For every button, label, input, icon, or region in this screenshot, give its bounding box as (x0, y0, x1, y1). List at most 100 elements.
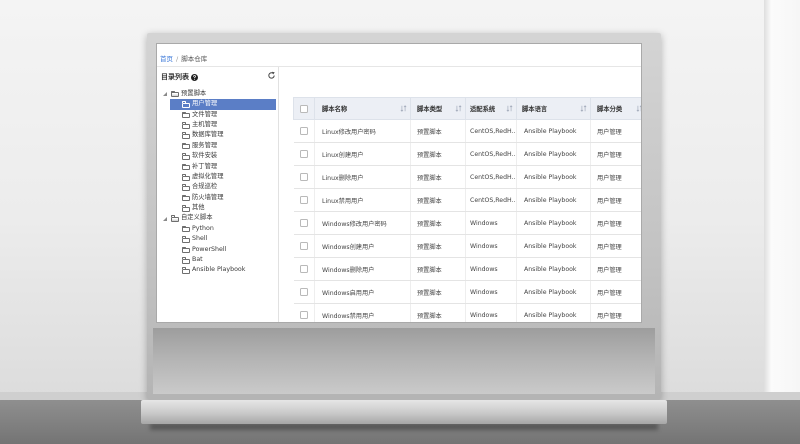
script-type: 预置脚本 (417, 174, 442, 182)
column-header-script-type[interactable]: 脚本类型 (410, 97, 466, 120)
script-os: CentOS,RedH... (470, 196, 516, 204)
row-checkbox[interactable] (299, 173, 308, 181)
tree-item-powershell[interactable]: PowerShell (157, 245, 278, 255)
cell-script-type: 预置脚本 (410, 211, 466, 235)
tree-item-virtualization-mgmt[interactable]: 虚拟化管理 (157, 172, 278, 182)
script-language: Ansible Playbook (524, 265, 577, 273)
tree-item-label: 文件管理 (192, 110, 218, 118)
table-row[interactable]: Windows创建用户 预置脚本 Windows Ansible Playboo… (293, 234, 641, 258)
tree-item-firewall-mgmt[interactable]: 防火墙管理 (157, 193, 278, 203)
tree-item-shell[interactable]: Shell (157, 234, 278, 244)
display-base (141, 400, 667, 424)
tree-item-user-mgmt[interactable]: 用户管理 (157, 99, 278, 110)
help-icon[interactable] (191, 73, 198, 81)
script-type: 预置脚本 (417, 289, 442, 297)
table-row[interactable]: Windows启用用户 预置脚本 Windows Ansible Playboo… (293, 280, 641, 304)
script-name: Windows修改用户密码 (322, 220, 387, 228)
sort-icon[interactable] (455, 105, 462, 112)
cell-language: Ansible Playbook (516, 142, 591, 166)
tree-item-label: 虚拟化管理 (192, 172, 224, 180)
row-checkbox-cell (293, 142, 315, 166)
table-row[interactable]: Linux创建用户 预置脚本 CentOS,RedH... Ansible Pl… (293, 142, 641, 166)
script-name: Linux禁用用户 (322, 197, 364, 205)
cell-script-name: Linux创建用户 (314, 142, 411, 166)
tree-item-bat[interactable]: Bat (157, 255, 278, 265)
script-category: 用户管理 (597, 289, 622, 297)
tree-item-other[interactable]: 其他 (157, 203, 278, 213)
script-name: Windows禁用用户 (322, 312, 375, 320)
table-row[interactable]: Windows禁用用户 预置脚本 Windows Ansible Playboo… (293, 303, 641, 322)
tree-item-host-mgmt[interactable]: 主机管理 (157, 120, 278, 130)
sidebar-title: 目录列表 (161, 72, 198, 82)
sort-icon[interactable] (580, 105, 587, 112)
collapse-arrow-icon[interactable] (163, 92, 167, 97)
row-checkbox[interactable] (299, 242, 308, 250)
folder-icon (182, 205, 190, 212)
cell-category: 用户管理 (590, 234, 641, 258)
cell-script-type: 预置脚本 (410, 142, 466, 166)
select-all-checkbox[interactable] (300, 104, 308, 113)
row-checkbox[interactable] (299, 127, 308, 135)
tree-item-python[interactable]: Python (157, 224, 278, 234)
breadcrumb-home-link[interactable]: 首页 (160, 55, 173, 63)
script-language: Ansible Playbook (524, 127, 577, 135)
table-row[interactable]: Linux禁用用户 预置脚本 CentOS,RedH... Ansible Pl… (293, 188, 641, 212)
row-checkbox[interactable] (299, 265, 308, 273)
column-header-category[interactable]: 脚本分类 (590, 97, 641, 120)
table-row[interactable]: Linux删除用户 预置脚本 CentOS,RedH... Ansible Pl… (293, 165, 641, 189)
tree-node-custom-scripts[interactable]: 自定义脚本 (157, 213, 278, 223)
row-checkbox[interactable] (299, 150, 308, 158)
tree-node-preset-scripts[interactable]: 预置脚本 (157, 89, 278, 99)
sort-icon[interactable] (400, 105, 407, 112)
folder-icon (182, 225, 190, 233)
script-table-container: 脚本名称 脚本类型 适配系统 脚本语言 脚本分类 Linux修改用户密码 预置脚… (293, 97, 641, 322)
cell-language: Ansible Playbook (516, 257, 591, 281)
row-checkbox-cell (293, 280, 315, 304)
refresh-icon[interactable] (267, 71, 276, 80)
tree-item-software-install[interactable]: 软件安装 (157, 151, 278, 161)
table-row[interactable]: Linux修改用户密码 预置脚本 CentOS,RedH... Ansible … (293, 119, 641, 143)
table-row[interactable]: Windows删除用户 预置脚本 Windows Ansible Playboo… (293, 257, 641, 281)
cell-os: Windows (465, 303, 517, 322)
collapse-arrow-icon[interactable] (163, 216, 167, 221)
sort-icon[interactable] (506, 105, 513, 112)
breadcrumb-separator: / (176, 55, 179, 63)
row-checkbox[interactable] (299, 288, 308, 296)
tree-node-label: 预置脚本 (181, 89, 207, 97)
script-type: 预置脚本 (417, 151, 442, 159)
script-os: CentOS,RedH... (470, 127, 516, 135)
tree-item-database-mgmt[interactable]: 数据库管理 (157, 130, 278, 140)
script-name: Linux删除用户 (322, 174, 364, 182)
tree-item-compliance-check[interactable]: 合规巡检 (157, 182, 278, 192)
folder-icon (182, 267, 190, 275)
script-os: Windows (470, 219, 498, 227)
tree-item-ansible-playbook[interactable]: Ansible Playbook (157, 265, 278, 275)
cell-script-type: 预置脚本 (410, 119, 466, 143)
row-checkbox[interactable] (299, 219, 308, 227)
row-checkbox[interactable] (299, 196, 308, 204)
tree-item-service-mgmt[interactable]: 服务管理 (157, 141, 278, 151)
column-header-label: 脚本名称 (322, 106, 348, 113)
tree-node-label: 自定义脚本 (181, 214, 213, 222)
tree-item-patch-mgmt[interactable]: 补丁管理 (157, 162, 278, 172)
column-header-script-name[interactable]: 脚本名称 (314, 97, 411, 120)
cell-script-name: Windows禁用用户 (314, 303, 411, 322)
tree-item-label: Python (192, 224, 214, 232)
cell-category: 用户管理 (590, 280, 641, 304)
column-header-os[interactable]: 适配系统 (465, 97, 517, 120)
folder-icon (182, 173, 190, 181)
cell-os: Windows (465, 280, 517, 304)
row-checkbox[interactable] (299, 311, 308, 319)
tree-item-file-mgmt[interactable]: 文件管理 (157, 110, 278, 120)
tree-group-preset-scripts: 预置脚本 用户管理 文件管理 主机管理 数据库管理 服务管理 软件安装 补丁管理… (157, 89, 278, 214)
sort-icon[interactable] (636, 105, 641, 112)
cell-os: CentOS,RedH... (465, 142, 517, 166)
cell-script-name: Windows启用用户 (314, 280, 411, 304)
column-header-language[interactable]: 脚本语言 (516, 97, 591, 120)
cell-category: 用户管理 (590, 119, 641, 143)
table-row[interactable]: Windows修改用户密码 预置脚本 Windows Ansible Playb… (293, 211, 641, 235)
tree-item-label: 合规巡检 (192, 183, 218, 191)
script-type: 预置脚本 (417, 128, 442, 136)
tree-item-label: 其他 (192, 204, 205, 212)
script-category: 用户管理 (597, 128, 622, 136)
